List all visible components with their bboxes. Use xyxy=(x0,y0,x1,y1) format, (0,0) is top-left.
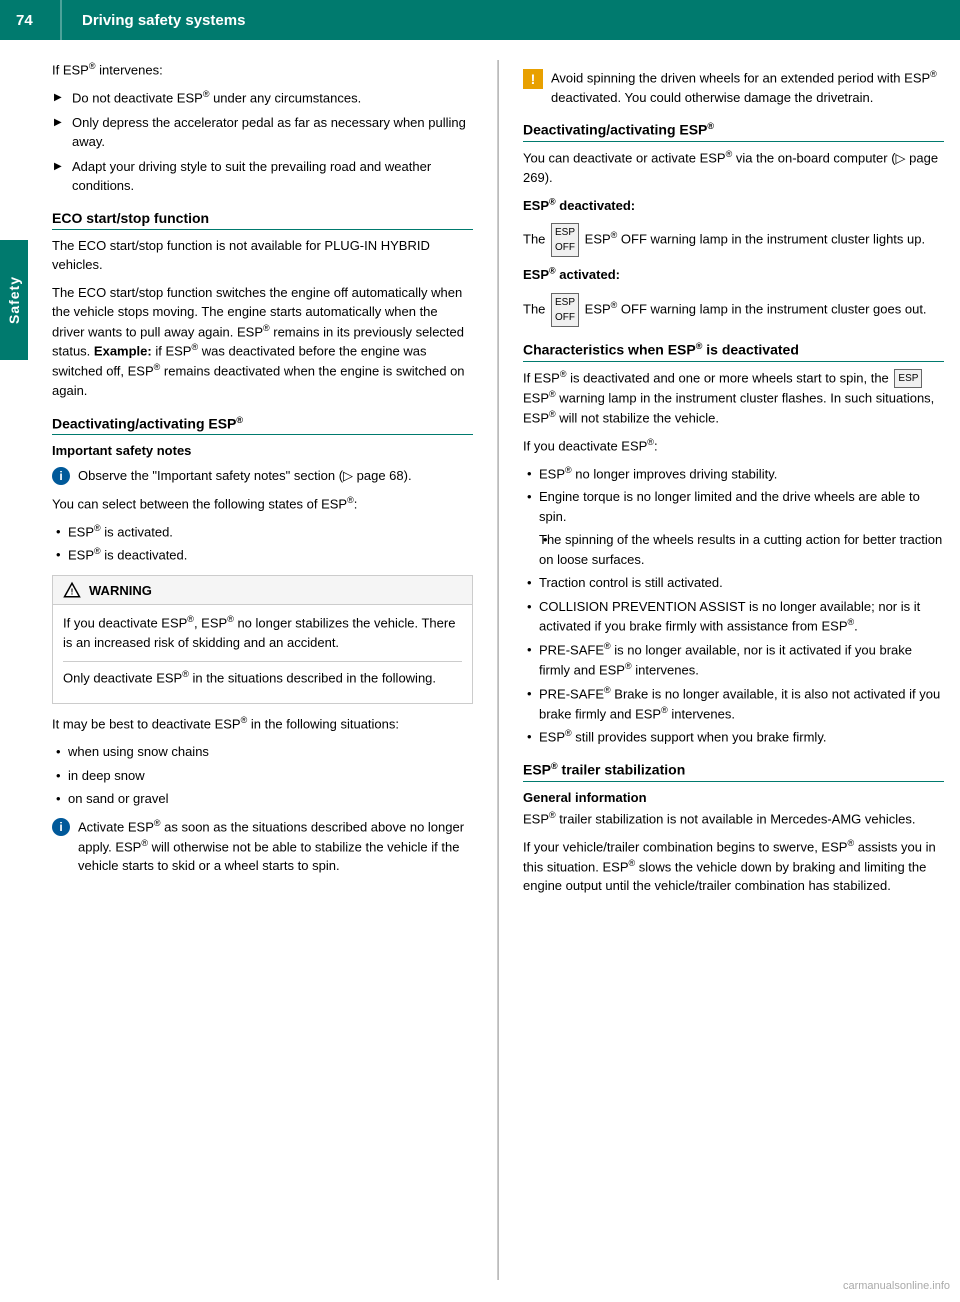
caution-text: Avoid spinning the driven wheels for an … xyxy=(551,68,944,107)
characteristics-heading: Characteristics when ESP® is deactivated xyxy=(523,341,944,362)
situations-list: when using snow chains in deep snow on s… xyxy=(52,742,473,809)
char-item-1: ESP® no longer improves driving stabilit… xyxy=(523,464,944,484)
characteristics-para1: If ESP® is deactivated and one or more w… xyxy=(523,368,944,428)
caution-box: ! Avoid spinning the driven wheels for a… xyxy=(523,68,944,107)
char-item-6: PRE-SAFE® is no longer available, nor is… xyxy=(523,640,944,680)
arrow-item-3: Adapt your driving style to suit the pre… xyxy=(52,157,473,196)
esp-states-list: ESP® is activated. ESP® is deactivated. xyxy=(52,522,473,566)
situation-3: on sand or gravel xyxy=(52,789,473,809)
arrow-item-1: Do not deactivate ESP® under any circums… xyxy=(52,88,473,108)
info-box-1: i Observe the "Important safety notes" s… xyxy=(52,466,473,486)
general-info-sub: General information xyxy=(523,790,944,805)
important-safety-sub: Important safety notes xyxy=(52,443,473,458)
deact-para1: You can select between the following sta… xyxy=(52,494,473,514)
intro-text: If ESP® intervenes: xyxy=(52,60,473,80)
characteristics-para2: If you deactivate ESP®: xyxy=(523,436,944,456)
left-column: If ESP® intervenes: Do not deactivate ES… xyxy=(52,60,498,1280)
situation-2: in deep snow xyxy=(52,766,473,786)
char-item-8: ESP® still provides support when you bra… xyxy=(523,727,944,747)
warning-triangle-icon: ! xyxy=(63,581,81,599)
warning-body: If you deactivate ESP®, ESP® no longer s… xyxy=(53,605,472,703)
info-icon-2: i xyxy=(52,818,70,836)
warning-header: ! WARNING xyxy=(53,576,472,605)
arrow-item-2: Only depress the accelerator pedal as fa… xyxy=(52,113,473,152)
warning-label: WARNING xyxy=(89,583,152,598)
deact-para2: It may be best to deactivate ESP® in the… xyxy=(52,714,473,734)
page-number: 74 xyxy=(0,0,60,40)
arrow-list: Do not deactivate ESP® under any circums… xyxy=(52,88,473,196)
info-box-2: i Activate ESP® as soon as the situation… xyxy=(52,817,473,876)
char-item-5: COLLISION PREVENTION ASSIST is no longer… xyxy=(523,597,944,636)
trailer-heading: ESP® trailer stabilization xyxy=(523,761,944,782)
header-title: Driving safety systems xyxy=(62,12,265,29)
warning-box: ! WARNING If you deactivate ESP®, ESP® n… xyxy=(52,575,473,704)
warning-separator xyxy=(63,661,462,662)
characteristics-list: ESP® no longer improves driving stabilit… xyxy=(523,464,944,748)
info-text-1: Observe the "Important safety notes" sec… xyxy=(78,466,473,486)
eco-para1: The ECO start/stop function is not avail… xyxy=(52,236,473,275)
safety-side-tab: Safety xyxy=(0,240,28,360)
esp-state-2: ESP® is deactivated. xyxy=(52,545,473,565)
trailer-para1: ESP® trailer stabilization is not availa… xyxy=(523,809,944,829)
watermark: carmanualsonline.info xyxy=(843,1280,950,1292)
warning-para2: Only deactivate ESP® in the situations d… xyxy=(63,668,462,688)
deact-heading-right: Deactivating/activating ESP® xyxy=(523,121,944,142)
deact-heading-left: Deactivating/activating ESP® xyxy=(52,415,473,436)
header-bar: 74 Driving safety systems xyxy=(0,0,960,40)
char-item-4: Traction control is still activated. xyxy=(523,573,944,593)
eco-heading: ECO start/stop function xyxy=(52,210,473,230)
esp-off-icon-2: ESPOFF xyxy=(551,293,579,327)
right-column: ! Avoid spinning the driven wheels for a… xyxy=(499,60,944,1280)
esp-state-1: ESP® is activated. xyxy=(52,522,473,542)
esp-deactivated-sub: ESP® deactivated: xyxy=(523,195,944,215)
eco-para2: The ECO start/stop function switches the… xyxy=(52,283,473,401)
example-bold: Example: xyxy=(94,344,152,359)
warning-para1: If you deactivate ESP®, ESP® no longer s… xyxy=(63,613,462,652)
esp-deactivated-text: The ESPOFF ESP® OFF warning lamp in the … xyxy=(523,223,944,257)
trailer-para2: If your vehicle/trailer combination begi… xyxy=(523,837,944,896)
char-item-7: PRE-SAFE® Brake is no longer available, … xyxy=(523,684,944,724)
esp-warning-icon: ESP xyxy=(894,369,922,388)
esp-activated-text: The ESPOFF ESP® OFF warning lamp in the … xyxy=(523,293,944,327)
char-item-3: The spinning of the wheels results in a … xyxy=(539,530,944,569)
svg-text:!: ! xyxy=(71,588,74,597)
esp-activated-sub: ESP® activated: xyxy=(523,265,944,285)
char-item-2: Engine torque is no longer limited and t… xyxy=(523,487,944,526)
situation-1: when using snow chains xyxy=(52,742,473,762)
info-text-2: Activate ESP® as soon as the situations … xyxy=(78,817,473,876)
caution-icon: ! xyxy=(523,69,543,89)
esp-off-icon-1: ESPOFF xyxy=(551,223,579,257)
info-icon-1: i xyxy=(52,467,70,485)
deact-right-para1: You can deactivate or activate ESP® via … xyxy=(523,148,944,187)
